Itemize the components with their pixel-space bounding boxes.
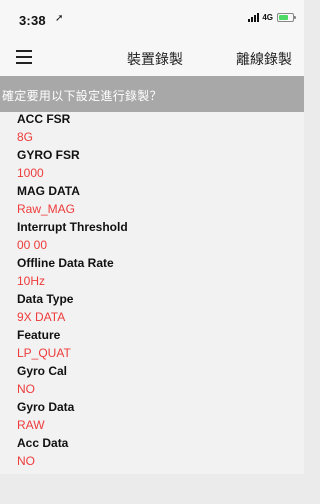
setting-label: Offline Data Rate [17,256,114,270]
setting-value: 9X DATA [17,310,66,324]
setting-value: 8G [17,130,34,144]
setting-value: LP_QUAT [17,346,71,360]
navigation-bar: 裝置錄製 離線錄製 [0,38,304,76]
setting-acc-fsr: ACC FSR 8G [17,112,287,144]
status-time: 3:38 [19,13,46,28]
cellular-signal-icon [248,13,260,22]
setting-label: Acc Data [17,436,69,450]
setting-gyro-data: Gyro Data RAW [17,400,287,432]
setting-acc-data: Acc Data NO [17,436,287,468]
location-arrow-icon: ➚ [55,13,64,24]
setting-value: 00 00 [17,238,48,252]
battery-level [279,15,288,20]
setting-value: NO [17,454,35,468]
settings-list: ACC FSR 8G GYRO FSR 1000 MAG DATA Raw_MA… [0,112,304,474]
setting-feature: Feature LP_QUAT [17,328,287,360]
setting-label: Feature [17,328,61,342]
battery-tip [294,16,296,19]
setting-interrupt-threshold: Interrupt Threshold 00 00 [17,220,287,252]
confirm-prompt-bar: 確定要用以下設定進行錄製？ [0,76,304,112]
setting-value: NO [17,382,35,396]
battery-icon [277,13,296,22]
hamburger-menu-icon[interactable] [16,50,32,64]
setting-label: Interrupt Threshold [17,220,128,234]
setting-value: 10Hz [17,274,46,288]
offline-record-button[interactable]: 離線錄製 [236,49,292,69]
setting-data-type: Data Type 9X DATA [17,292,287,324]
setting-label: ACC FSR [17,112,71,126]
setting-offline-data-rate: Offline Data Rate 10Hz [17,256,287,288]
setting-value: 1000 [17,166,44,180]
setting-label: Gyro Data [17,400,75,414]
setting-mag-data: MAG DATA Raw_MAG [17,184,287,216]
setting-value: Raw_MAG [17,202,76,216]
status-bar: 3:38 ➚ 4G [0,0,304,38]
setting-label: MAG DATA [17,184,80,198]
setting-label: Gyro Cal [17,364,68,378]
setting-gyro-cal: Gyro Cal NO [17,364,287,396]
setting-value: RAW [17,418,45,432]
confirm-prompt-text: 確定要用以下設定進行錄製？ [2,89,162,103]
setting-label: GYRO FSR [17,148,80,162]
network-type: 4G [262,13,273,22]
page-title: 裝置錄製 [127,51,183,67]
bottom-area [0,474,304,504]
status-indicators: 4G [248,13,296,22]
setting-gyro-fsr: GYRO FSR 1000 [17,148,287,180]
top-bar: 3:38 ➚ 4G 裝置錄製 離線錄製 [0,0,304,76]
setting-label: Data Type [17,292,74,306]
